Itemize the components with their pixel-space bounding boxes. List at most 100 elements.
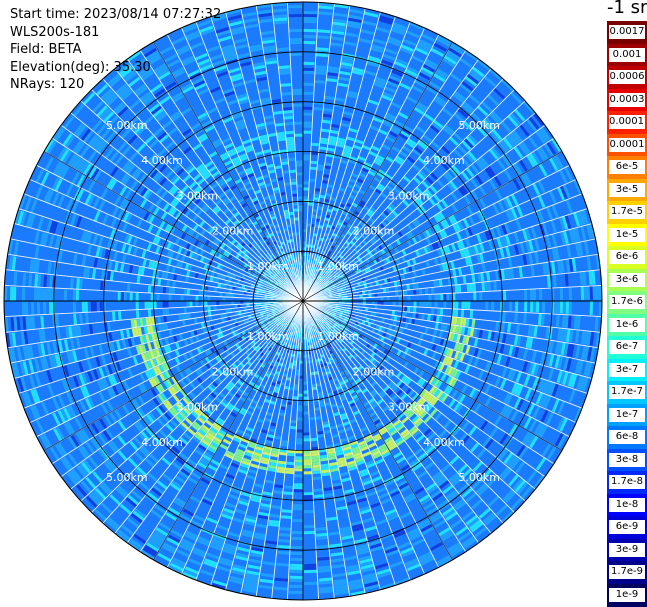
ppi-gate (509, 301, 513, 312)
ppi-gate (63, 289, 68, 301)
ppi-gate (380, 296, 384, 301)
ppi-gate (219, 292, 223, 297)
ppi-gate (21, 287, 26, 301)
ppi-gate (207, 306, 211, 311)
ppi-gate (303, 130, 312, 134)
ppi-gate (168, 294, 172, 301)
ppi-gate (580, 286, 585, 300)
ppi-gate (289, 569, 303, 574)
ppi-gate (183, 289, 187, 295)
ppi-gate (303, 181, 309, 185)
ppi-gate (404, 290, 408, 296)
ppi-gate (228, 293, 232, 298)
ppi-gate (303, 432, 310, 436)
ppi-gate (309, 178, 316, 182)
ppi-gate (21, 302, 26, 316)
ppi-gate (589, 285, 593, 300)
ppi-gate (443, 293, 447, 301)
ppi-gate (583, 286, 587, 300)
ppi-gate (586, 286, 590, 300)
ppi-gate (186, 289, 190, 296)
ppi-gate (303, 459, 312, 463)
ppi-gate (303, 510, 315, 514)
ppi-gate (293, 396, 298, 400)
ppi-gate (303, 471, 313, 475)
ppi-gate (392, 301, 396, 306)
ppi-gate (287, 452, 295, 457)
ppi-gate (171, 287, 176, 295)
ppi-gate (529, 289, 534, 301)
ppi-gate (530, 301, 534, 313)
ppi-gate (303, 462, 312, 466)
ppi-gate (309, 166, 317, 171)
ppi-gate (48, 288, 53, 301)
ppi-gate (413, 289, 417, 295)
ppi-gate (311, 142, 319, 147)
ppi-gate (297, 408, 303, 412)
ppi-gate (535, 301, 540, 313)
ppi-gate (485, 301, 489, 310)
ppi-gate (72, 301, 77, 313)
ppi-gate (295, 372, 300, 376)
ppi-gate (289, 575, 303, 580)
ppi-gate (292, 507, 303, 511)
ppi-gate (303, 196, 309, 200)
ppi-gate (303, 82, 314, 86)
ppi-gate (422, 301, 426, 307)
ppi-gate (407, 306, 411, 312)
ppi-gate (303, 106, 313, 110)
ppi-gate (180, 295, 184, 301)
ppi-gate (294, 465, 303, 469)
ppi-gate (303, 67, 315, 71)
ppi-gate (303, 435, 311, 439)
ppi-gate (413, 306, 417, 313)
ppi-gate (147, 309, 152, 318)
ppi-gate (195, 301, 199, 307)
ppi-gate (428, 294, 432, 301)
ppi-gate (117, 292, 121, 301)
ppi-gate (371, 301, 375, 305)
ppi-gate (123, 292, 127, 301)
ppi-gate (24, 302, 29, 316)
ppi-gate (439, 308, 444, 316)
ppi-gate (407, 295, 411, 301)
ppi-gate (303, 495, 314, 499)
ppi-gate (377, 301, 381, 305)
ppi-gate (183, 307, 187, 314)
ppi-gate (293, 489, 303, 493)
ppi-gate (294, 474, 303, 478)
ppi-gate (362, 301, 366, 304)
ppi-gate (553, 301, 558, 314)
ppi-gate (303, 390, 308, 394)
ppi-gate (291, 536, 303, 541)
ppi-gate (391, 310, 396, 316)
ppi-gate (292, 519, 303, 523)
ppi-gate (290, 425, 297, 430)
ppi-gate (559, 287, 564, 300)
ppi-gate (162, 286, 167, 294)
ppi-gate (461, 301, 465, 309)
ppi-gate (503, 290, 507, 301)
ppi-gate (303, 19, 317, 24)
ppi-gate (303, 492, 314, 496)
ppi-gate (304, 569, 318, 574)
ppi-gate (298, 393, 303, 397)
ppi-gate (30, 302, 35, 316)
ppi-gate (568, 286, 573, 300)
ppi-gate (165, 301, 169, 309)
ppi-gate (374, 304, 378, 309)
ppi-gate (290, 420, 297, 424)
ppi-gate (290, 563, 303, 568)
ppi-gate (289, 584, 303, 588)
ppi-gate (165, 308, 170, 316)
ppi-gate (303, 112, 313, 116)
ppi-gate (222, 297, 226, 301)
ppi-gate (296, 441, 303, 445)
ppi-gate (204, 301, 208, 307)
ppi-gate (434, 301, 438, 308)
ppi-gate (36, 288, 41, 301)
ppi-gate (42, 288, 47, 301)
ppi-gate (304, 566, 318, 571)
ppi-gate (500, 301, 504, 311)
ppi-gate (303, 17, 317, 21)
